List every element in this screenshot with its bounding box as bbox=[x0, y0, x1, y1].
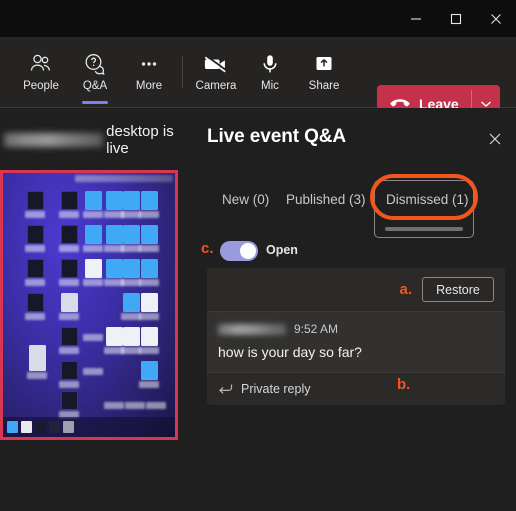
qanda-open-toggle[interactable] bbox=[220, 241, 258, 261]
desktop-icon-grid bbox=[3, 173, 175, 437]
maximize-button[interactable] bbox=[436, 0, 476, 37]
question-card-footer: Private reply b. bbox=[207, 373, 505, 405]
question-author-redacted bbox=[218, 323, 286, 335]
annotation-label-a: a. bbox=[399, 281, 412, 298]
question-card-actions: a. Restore bbox=[207, 268, 505, 312]
presenter-name-redacted bbox=[4, 133, 104, 147]
toolbar-label-share: Share bbox=[308, 80, 340, 93]
minimize-button[interactable] bbox=[396, 0, 436, 37]
camera-off-icon bbox=[203, 51, 229, 77]
qanda-panel: Live event Q&A New (0) Published (3) Dis… bbox=[196, 108, 516, 511]
desktop-taskbar bbox=[3, 417, 175, 437]
toolbar-item-share[interactable]: Share bbox=[297, 40, 351, 104]
toolbar-item-mic[interactable]: Mic bbox=[243, 40, 297, 104]
qanda-icon bbox=[83, 51, 107, 77]
close-button[interactable] bbox=[476, 0, 516, 37]
qanda-panel-header: Live event Q&A bbox=[196, 108, 516, 166]
mic-icon bbox=[259, 51, 281, 77]
shared-desktop-wallpaper bbox=[3, 173, 175, 437]
question-timestamp: 9:52 AM bbox=[294, 322, 339, 336]
annotation-label-c: c. bbox=[201, 240, 214, 257]
live-status-bar: desktop is live bbox=[0, 123, 196, 157]
live-status-text: desktop is live bbox=[106, 123, 174, 157]
toolbar-divider bbox=[182, 56, 183, 88]
share-icon bbox=[312, 51, 336, 77]
more-icon bbox=[137, 51, 161, 77]
close-icon bbox=[488, 132, 502, 151]
qanda-tablist: New (0) Published (3) Dismissed (1) bbox=[196, 174, 516, 238]
private-reply-button[interactable]: Private reply bbox=[241, 382, 310, 396]
qanda-open-toggle-row: c. Open bbox=[196, 236, 516, 266]
toolbar-item-more[interactable]: More bbox=[122, 40, 176, 104]
question-card-body: 9:52 AM how is your day so far? bbox=[207, 312, 505, 373]
page-title: Live event Q&A bbox=[207, 126, 347, 147]
toolbar-label-mic: Mic bbox=[261, 80, 279, 93]
toolbar-label-camera: Camera bbox=[195, 80, 237, 93]
reply-arrow-icon bbox=[218, 383, 233, 395]
toolbar-item-camera[interactable]: Camera bbox=[189, 40, 243, 104]
close-panel-button[interactable] bbox=[484, 130, 506, 152]
tab-new[interactable]: New (0) bbox=[222, 192, 269, 214]
tab-published[interactable]: Published (3) bbox=[286, 192, 366, 214]
presentation-stage: desktop is live bbox=[0, 108, 196, 511]
toolbar-label-qanda: Q&A bbox=[82, 80, 108, 93]
toggle-knob bbox=[240, 243, 256, 259]
toolbar-item-qanda[interactable]: Q&A bbox=[68, 40, 122, 104]
toolbar-label-people: People bbox=[23, 80, 59, 93]
annotation-label-b: b. bbox=[397, 376, 411, 393]
restore-button[interactable]: Restore bbox=[422, 277, 494, 302]
tab-dismissed[interactable]: Dismissed (1) bbox=[386, 192, 469, 214]
question-text: how is your day so far? bbox=[218, 344, 362, 360]
screen-share-preview[interactable] bbox=[0, 170, 178, 440]
toolbar-label-more: More bbox=[135, 80, 163, 93]
window-title-bar bbox=[0, 0, 516, 37]
people-icon bbox=[29, 51, 53, 77]
tab-selected-underline bbox=[385, 227, 463, 231]
qanda-open-toggle-label: Open bbox=[266, 243, 298, 257]
question-meta: 9:52 AM bbox=[218, 321, 494, 337]
meeting-toolbar: People Q&A More Camera Mic Share Leave bbox=[0, 37, 516, 123]
question-card: a. Restore 9:52 AM how is your day so fa… bbox=[207, 268, 505, 405]
toolbar-item-people[interactable]: People bbox=[14, 40, 68, 104]
